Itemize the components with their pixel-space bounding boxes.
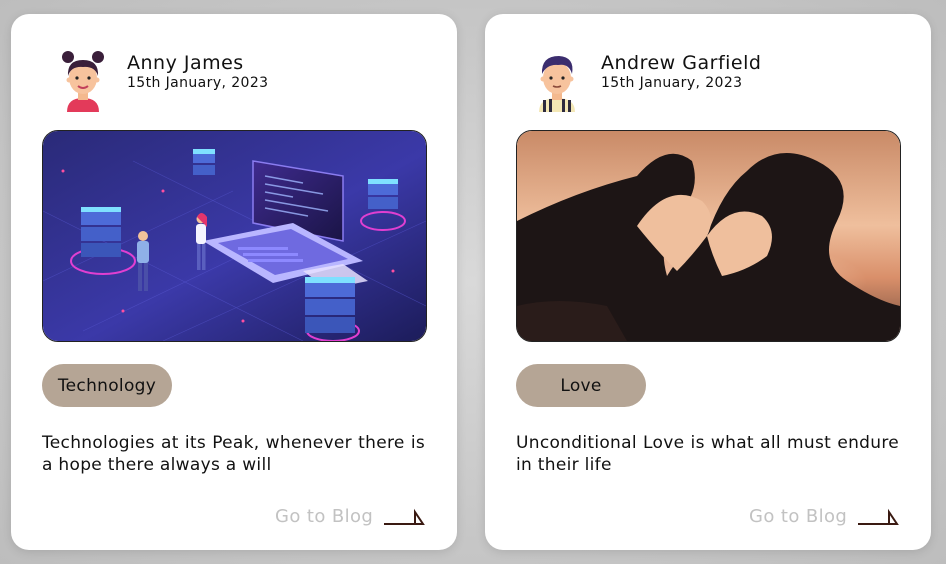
cover-image [42, 130, 427, 342]
blog-card-technology: Anny James 15th January, 2023 Technology… [11, 14, 457, 550]
arrow-right-icon[interactable] [383, 508, 426, 526]
author-info: Andrew Garfield 15th January, 2023 [601, 52, 761, 92]
post-excerpt: Unconditional Love is what all must endu… [516, 433, 899, 475]
author-name: Anny James [127, 52, 244, 74]
category-tag[interactable]: Love [516, 364, 646, 407]
go-to-blog-label[interactable]: Go to Blog [275, 506, 373, 527]
go-to-blog-link[interactable]: Go to Blog [749, 506, 900, 527]
man-avatar-icon [529, 48, 585, 112]
go-to-blog-link[interactable]: Go to Blog [275, 506, 426, 527]
go-to-blog-label[interactable]: Go to Blog [749, 506, 847, 527]
cover-image [516, 130, 901, 342]
arrow-right-icon[interactable] [857, 508, 900, 526]
woman-avatar-icon [55, 48, 111, 112]
author-info: Anny James 15th January, 2023 [127, 52, 268, 92]
post-date: 15th January, 2023 [127, 75, 269, 91]
category-tag[interactable]: Technology [42, 364, 172, 407]
author-name: Andrew Garfield [601, 52, 762, 74]
post-excerpt: Technologies at its Peak, whenever there… [42, 433, 425, 475]
blog-card-love: Andrew Garfield 15th January, 2023 Love … [485, 14, 931, 550]
post-date: 15th January, 2023 [601, 75, 743, 91]
